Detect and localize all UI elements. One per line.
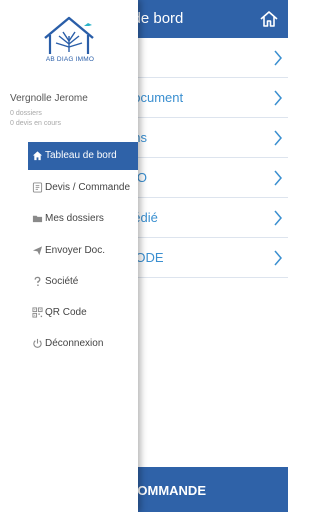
chevron-right-icon	[274, 250, 282, 266]
nav-item-label: Envoyer Doc.	[45, 245, 106, 256]
home-icon	[32, 151, 43, 161]
devis-icon	[32, 182, 43, 193]
nav-item-mes-dossiers[interactable]: Mes dossiers	[28, 205, 138, 233]
nav-item-label: Société	[45, 276, 79, 287]
nav-item-label: Mes dossiers	[45, 213, 104, 224]
devis-count: 0 devis en cours	[10, 120, 61, 127]
dossiers-count: 0 dossiers	[10, 110, 42, 117]
nav-item-label: Tableau de bord	[45, 150, 117, 161]
nav-item-qr-code[interactable]: QR Code	[28, 299, 138, 327]
nav-item-tableau-de-bord[interactable]: Tableau de bord	[28, 142, 138, 170]
send-icon	[32, 246, 43, 256]
qr-code-icon	[32, 307, 43, 318]
power-icon	[33, 338, 42, 348]
chevron-right-icon	[274, 50, 282, 66]
nav-item-label: Déconnexion	[45, 338, 104, 349]
nav-item-deconnexion[interactable]: Déconnexion	[28, 330, 138, 358]
folder-icon	[32, 215, 43, 223]
home-button-icon[interactable]	[259, 9, 279, 29]
chevron-right-icon	[274, 130, 282, 146]
logo-text: AB DIAG IMMO	[45, 56, 95, 63]
user-name: Vergnolle Jerome	[10, 93, 88, 104]
order-button-label: COMMANDE	[128, 483, 206, 498]
nav-item-label: Devis / Commande	[45, 182, 131, 193]
navigation-drawer: AB DIAG IMMO Vergnolle Jerome 0 dossiers…	[0, 0, 138, 512]
question-icon	[34, 276, 41, 286]
nav-item-societe[interactable]: Société	[28, 268, 138, 296]
nav-item-envoyer-doc[interactable]: Envoyer Doc.	[28, 237, 138, 265]
nav-item-devis-commande[interactable]: Devis / Commande	[28, 174, 138, 202]
nav-item-label: QR Code	[45, 307, 87, 318]
chevron-right-icon	[274, 170, 282, 186]
chevron-right-icon	[274, 90, 282, 106]
chevron-right-icon	[274, 210, 282, 226]
